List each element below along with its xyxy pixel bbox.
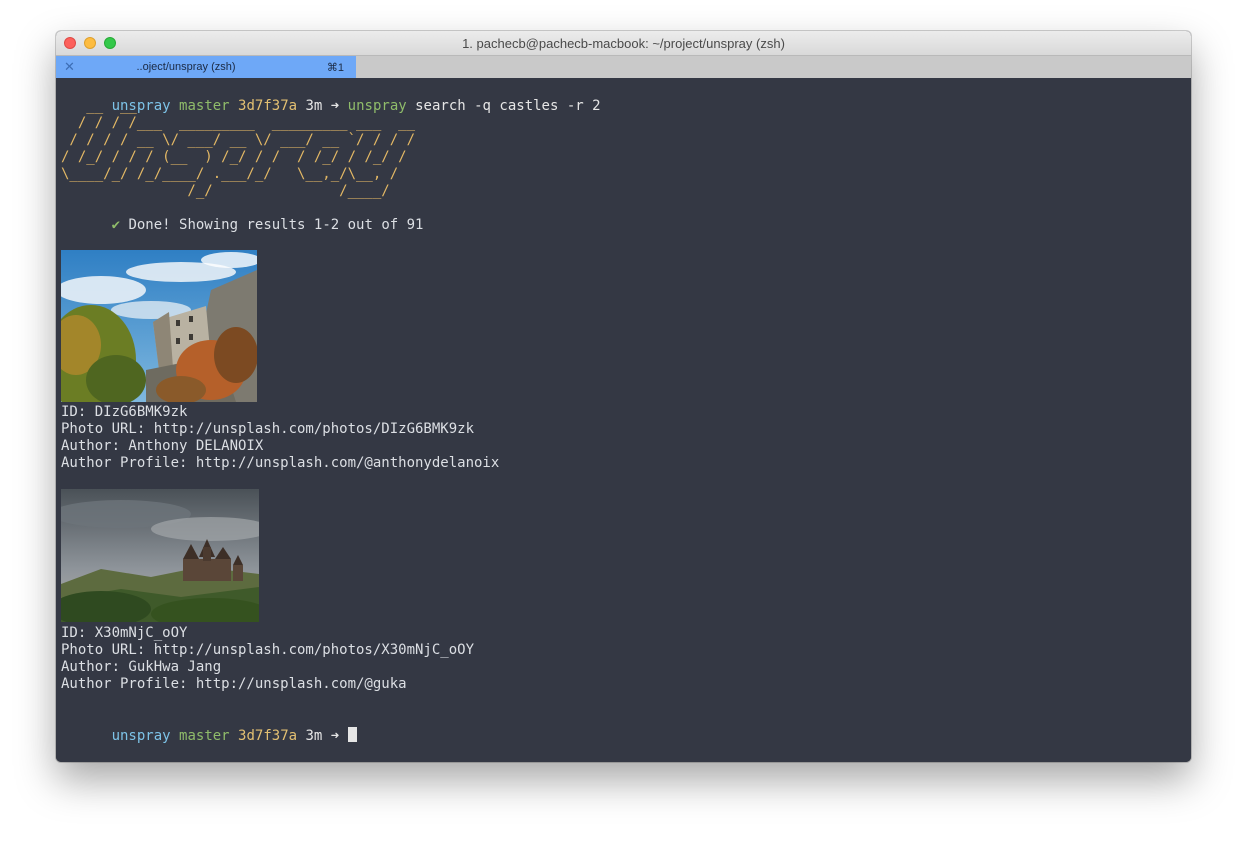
ascii-art-line: / /_/ / / / (__ ) /_/ / / / /_/ / /_/ / (61, 149, 407, 165)
result-id: ID: X30mNjC_oOY (61, 625, 188, 641)
ascii-art-line: \____/_/ /_/____/ .___/_/ \__,_/\__, / (61, 166, 399, 182)
prompt-dir: unspray (111, 728, 171, 744)
castle-photo-image (61, 489, 259, 622)
result-photo-url[interactable]: Photo URL: http://unsplash.com/photos/X3… (61, 642, 474, 659)
window-title: 1. pachecb@pachecb-macbook: ~/project/un… (462, 36, 785, 51)
command-args: search -q castles -r 2 (415, 98, 601, 114)
result-author-profile[interactable]: Author Profile: http://unsplash.com/@ant… (61, 455, 499, 472)
terminal-window: 1. pachecb@pachecb-macbook: ~/project/un… (56, 31, 1191, 762)
prompt-arrow-icon: ➜ (330, 728, 340, 744)
prompt-arrow-icon: ➜ (330, 98, 340, 114)
prompt-age: 3m (305, 728, 323, 744)
result-author: Author: Anthony DELANOIX (61, 438, 264, 454)
terminal-output[interactable]: unspray master 3d7f37a 3m ➜ unspray sear… (56, 78, 1191, 762)
result-author: Author: GukHwa Jang (61, 659, 222, 675)
tab-zsh[interactable]: ✕ ..oject/unspray (zsh) ⌘1 (56, 56, 356, 78)
photo-thumbnail-castle-2 (61, 489, 259, 622)
prompt-branch: master (179, 728, 230, 744)
status-line: ✔ Done! Showing results 1-2 out of 91 (61, 200, 424, 251)
prompt-age: 3m (305, 98, 323, 114)
result-author-profile[interactable]: Author Profile: http://unsplash.com/@guk… (61, 676, 407, 693)
result-id: ID: DIzG6BMK9zk (61, 404, 188, 420)
ascii-art-line: __ __ (61, 98, 137, 114)
ascii-art-line: / / / / __ \/ ___/ __ \/ ___/ __ `/ / / … (61, 132, 416, 148)
ascii-art-line: /_/ /____/ (61, 183, 390, 199)
prompt-commit: 3d7f37a (238, 98, 298, 114)
text-cursor[interactable] (347, 727, 357, 742)
status-message: Done! Showing results 1-2 out of 91 (128, 217, 424, 233)
result-photo-url[interactable]: Photo URL: http://unsplash.com/photos/DI… (61, 421, 474, 438)
tab-label: ..oject/unspray (zsh) (136, 61, 236, 73)
photo-thumbnail-castle-1 (61, 250, 257, 402)
prompt-line: unspray master 3d7f37a 3m ➜ (61, 710, 357, 762)
castle-photo-image (61, 250, 257, 402)
prompt-branch: master (179, 98, 230, 114)
title-bar[interactable]: 1. pachecb@pachecb-macbook: ~/project/un… (56, 31, 1191, 56)
tab-shortcut: ⌘1 (326, 62, 344, 74)
prompt-commit: 3d7f37a (238, 728, 298, 744)
ascii-art-line: / / / /___ _________ _________ ___ __ (61, 115, 416, 131)
tab-bar: ✕ ..oject/unspray (zsh) ⌘1 (56, 56, 1191, 79)
checkmark-icon: ✔ (111, 217, 121, 233)
command-name: unspray (347, 98, 407, 114)
